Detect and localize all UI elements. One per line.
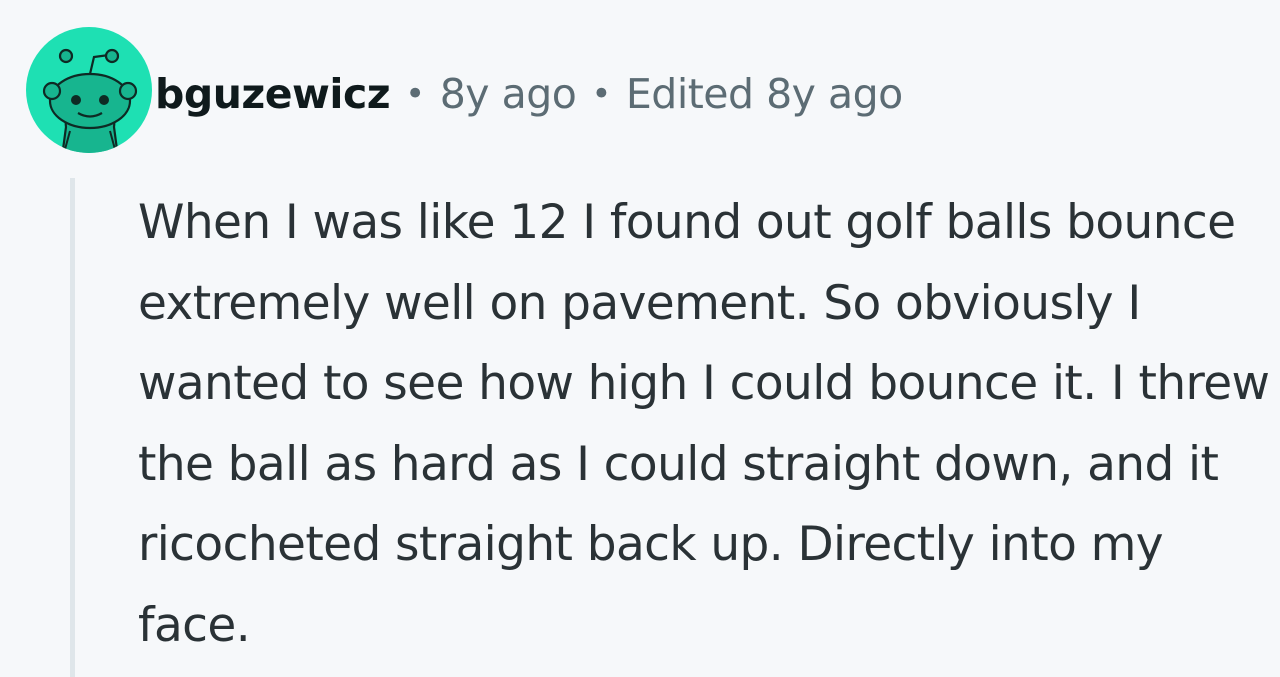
snoo-avatar-icon <box>42 48 138 153</box>
comment: bguzewicz • 8y ago • Edited 8y ago When … <box>0 0 1280 677</box>
thread-collapse-line[interactable] <box>70 178 75 677</box>
posted-time[interactable]: 8y ago <box>440 70 577 118</box>
comment-header: bguzewicz • 8y ago • Edited 8y ago <box>155 66 903 122</box>
meta-separator: • <box>405 74 425 114</box>
author-username[interactable]: bguzewicz <box>155 70 391 118</box>
edited-time: Edited 8y ago <box>625 70 903 118</box>
user-avatar[interactable] <box>26 27 152 153</box>
meta-separator-2: • <box>591 74 611 114</box>
comment-body: When I was like 12 I found out golf ball… <box>138 195 1270 653</box>
